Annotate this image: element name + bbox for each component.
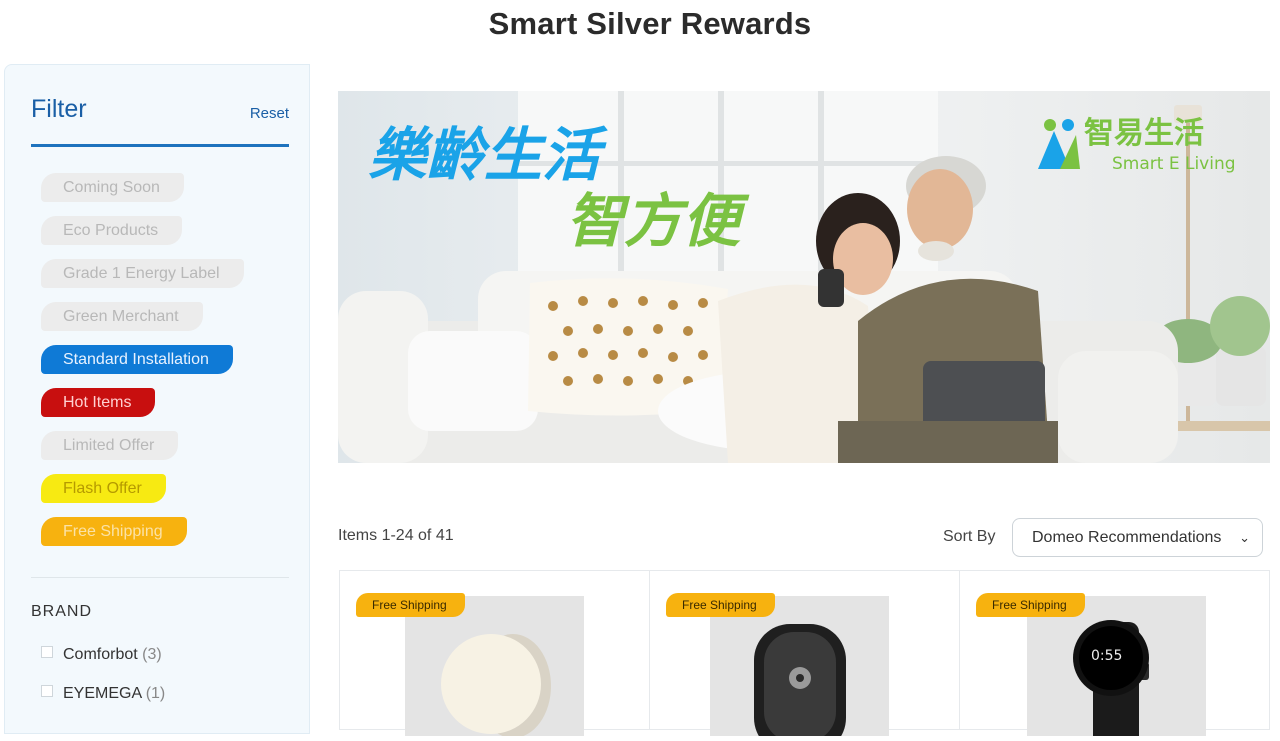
brand-item-eyemega[interactable]: EYEMEGA (1)	[41, 685, 165, 703]
smartwatch-icon: 0:55	[1027, 596, 1206, 741]
brand-item-comforbot[interactable]: Comforbot (3)	[41, 646, 162, 664]
filter-title: Filter	[31, 95, 87, 123]
banner-headline-2: 智方便	[566, 187, 750, 255]
filter-sidebar: Filter Reset Coming Soon Eco Products Gr…	[4, 64, 310, 734]
items-count: Items 1-24 of 41	[338, 527, 454, 544]
brand-name: EYEMEGA	[63, 685, 142, 702]
round-sensor-device-icon	[405, 596, 584, 738]
filter-divider	[31, 577, 289, 578]
tag-green-merchant[interactable]: Green Merchant	[41, 302, 203, 331]
tag-flash-offer[interactable]: Flash Offer	[41, 474, 166, 503]
brand-count: (1)	[145, 685, 166, 702]
logo-text-cn: 智易生活	[1084, 116, 1204, 151]
brand-checkbox[interactable]	[41, 685, 53, 697]
brand-section-title: BRAND	[31, 603, 93, 620]
free-shipping-badge: Free Shipping	[666, 593, 775, 617]
gps-tracker-device-icon	[710, 596, 889, 741]
sort-select[interactable]: Domeo Recommendations ⌄	[1012, 518, 1263, 557]
product-card[interactable]: Free Shipping	[649, 570, 960, 741]
tag-free-shipping[interactable]: Free Shipping	[41, 517, 187, 546]
promo-banner[interactable]: 樂齡生活 智方便 智易生活 Smart E Living	[338, 91, 1270, 463]
sort-value: Domeo Recommendations	[1032, 529, 1222, 546]
banner-headline-1: 樂齡生活	[368, 121, 608, 189]
chevron-down-icon: ⌄	[1239, 530, 1250, 545]
filter-reset-link[interactable]: Reset	[250, 105, 289, 122]
product-image[interactable]: 0:55	[1027, 596, 1206, 741]
page-title: Smart Silver Rewards	[488, 6, 812, 41]
banner-illustration: 樂齡生活 智方便 智易生活 Smart E Living	[338, 91, 1270, 463]
logo-text-en: Smart E Living	[1112, 154, 1236, 174]
tag-limited-offer[interactable]: Limited Offer	[41, 431, 179, 460]
tag-hot-items[interactable]: Hot Items	[41, 388, 156, 417]
sort-label: Sort By	[943, 528, 996, 545]
tag-coming-soon[interactable]: Coming Soon	[41, 173, 184, 202]
product-image[interactable]	[710, 596, 889, 741]
tag-eco-products[interactable]: Eco Products	[41, 216, 183, 245]
product-card[interactable]: Free Shipping 0:55	[959, 570, 1270, 741]
product-card[interactable]: Free Shipping	[339, 570, 650, 738]
free-shipping-badge: Free Shipping	[976, 593, 1085, 617]
watch-time: 0:55	[1091, 648, 1122, 664]
tag-standard-installation[interactable]: Standard Installation	[41, 345, 233, 374]
filter-header: Filter Reset	[31, 95, 289, 147]
brand-name: Comforbot	[63, 646, 138, 663]
product-image[interactable]	[405, 596, 584, 738]
tag-grade-1-energy-label[interactable]: Grade 1 Energy Label	[41, 259, 244, 288]
free-shipping-badge: Free Shipping	[356, 593, 465, 617]
brand-count: (3)	[142, 646, 162, 663]
brand-checkbox[interactable]	[41, 646, 53, 658]
